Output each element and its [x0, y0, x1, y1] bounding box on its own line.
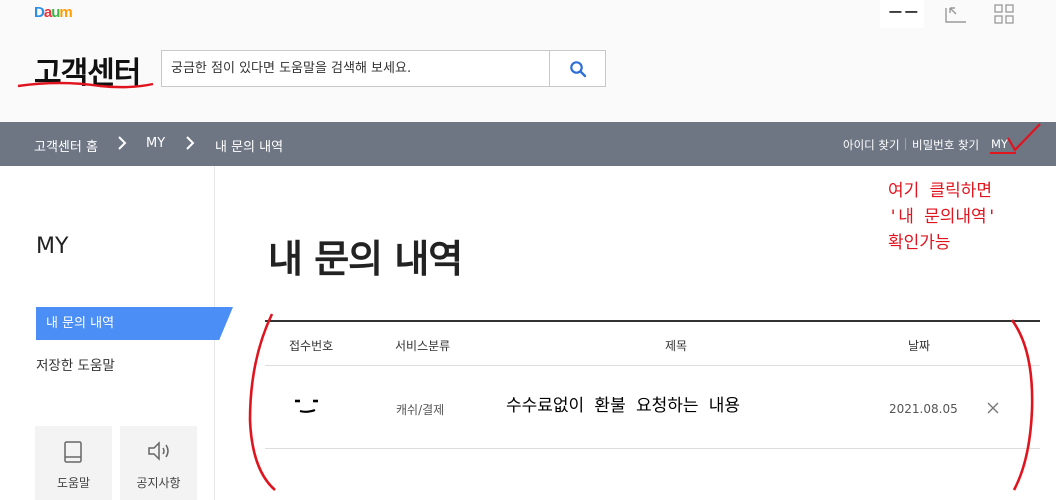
- sidebar: MY 내 문의 내역 저장한 도움말 도움말 공지사항: [0, 166, 233, 500]
- chevron-right-icon: [118, 136, 127, 150]
- annotation-line: '내 문의내역': [888, 207, 997, 227]
- help-tile-label: 도움말: [56, 476, 91, 490]
- notice-tile-label: 공지사항: [136, 476, 181, 490]
- nav-bar: 고객센터 홈 MY 내 문의 내역 아이디 찾기 비밀번호 찾기 MY: [0, 122, 1056, 166]
- chevron-right-icon: [186, 136, 195, 150]
- daum-logo[interactable]: Daum: [34, 4, 73, 21]
- find-id-link[interactable]: 아이디 찾기: [843, 137, 900, 153]
- column-header-number: 접수번호: [289, 339, 334, 353]
- sidebar-item-saved-help[interactable]: 저장한 도움말: [36, 354, 115, 374]
- sidebar-title: MY: [36, 234, 69, 259]
- column-header-category: 서비스분류: [395, 339, 451, 353]
- logo-letter: m: [59, 4, 72, 21]
- user-box-icon[interactable]: [944, 4, 968, 24]
- column-header-subject: 제목: [665, 339, 688, 353]
- annotation-line: 확인가능: [888, 233, 951, 253]
- header: Daum ᅳᅳ 고객센터: [0, 0, 1056, 122]
- find-password-link[interactable]: 비밀번호 찾기: [912, 137, 979, 153]
- book-icon: [64, 441, 82, 463]
- table-header: 접수번호 서비스분류 제목 날짜: [265, 320, 1040, 366]
- help-tile[interactable]: 도움말: [35, 426, 112, 500]
- search-box: [161, 50, 606, 87]
- logo-letter: D: [34, 4, 45, 21]
- breadcrumb-current: 내 문의 내역: [215, 140, 284, 155]
- annotation-line: 여기 클릭하면: [888, 181, 993, 201]
- close-icon[interactable]: [987, 402, 999, 414]
- breadcrumb-home[interactable]: 고객센터 홈: [34, 136, 98, 155]
- column-header-date: 날짜: [908, 339, 931, 353]
- search-button[interactable]: [549, 51, 605, 86]
- nav-divider: [905, 138, 906, 150]
- search-input[interactable]: [162, 51, 550, 86]
- page-title: 내 문의 내역: [268, 237, 463, 281]
- row-category: 캐쉬/결제: [396, 403, 445, 417]
- grid-apps-icon[interactable]: [994, 4, 1014, 24]
- row-date: 2021.08.05: [889, 402, 958, 416]
- row-subject[interactable]: 수수료없이 환불 요청하는 내용: [506, 391, 740, 416]
- search-icon: [569, 60, 586, 77]
- notice-tile[interactable]: 공지사항: [120, 426, 197, 500]
- page-brand-title[interactable]: 고객센터: [34, 48, 141, 92]
- masked-user-badge[interactable]: ᅳᅳ: [880, 0, 924, 28]
- breadcrumb-my[interactable]: MY: [146, 136, 165, 151]
- my-link[interactable]: MY: [991, 137, 1008, 151]
- speaker-icon: [148, 441, 169, 461]
- masked-user-text: ᅳᅳ: [889, 5, 921, 21]
- table-row[interactable]: 캐쉬/결제 수수료없이 환불 요청하는 내용 2021.08.05: [265, 367, 1040, 449]
- sidebar-item-my-inquiries[interactable]: 내 문의 내역: [36, 307, 233, 340]
- red-annotation: 여기 클릭하면 '내 문의내역' 확인가능: [888, 178, 997, 256]
- masked-id: [295, 399, 318, 413]
